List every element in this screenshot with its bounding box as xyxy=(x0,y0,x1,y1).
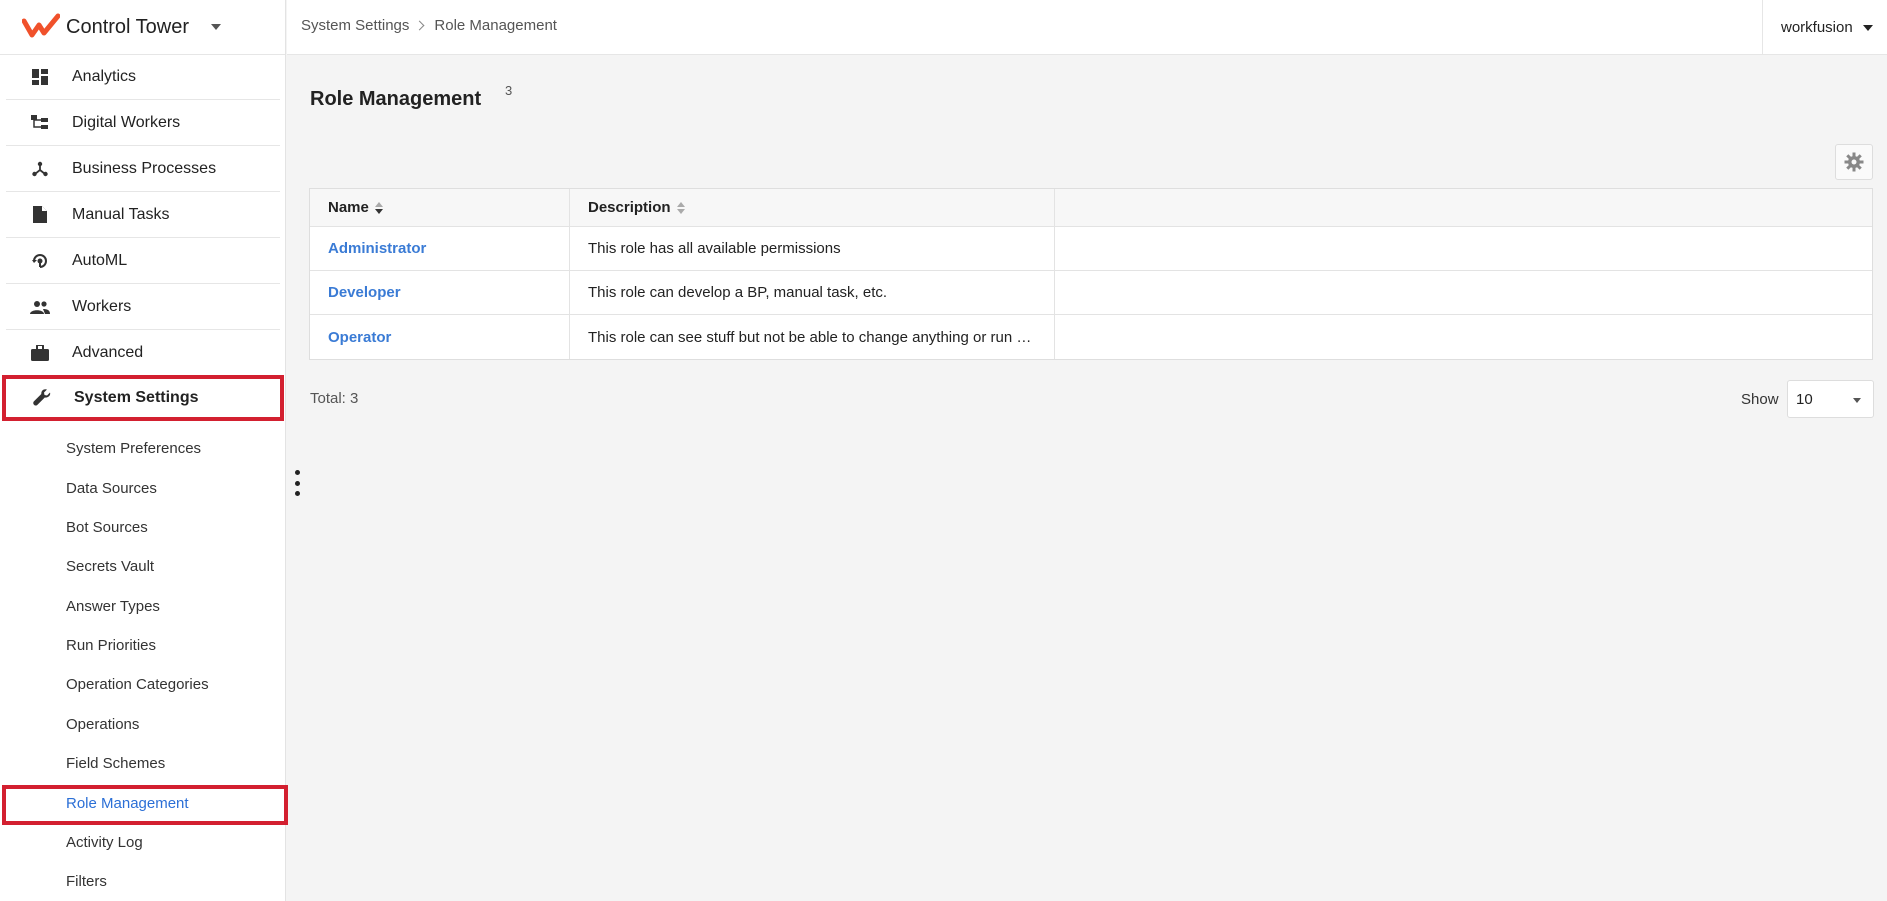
column-header-empty xyxy=(1055,189,1872,226)
sidebar-item-label: Advanced xyxy=(72,343,144,361)
table-row: Administrator This role has all availabl… xyxy=(310,227,1872,271)
subnav-field-schemes[interactable]: Field Schemes xyxy=(66,755,165,772)
role-count-badge: 3 xyxy=(505,83,513,98)
workfusion-logo-icon xyxy=(22,13,60,38)
column-header-description[interactable]: Description xyxy=(570,189,1055,226)
sidebar-item-label: System Settings xyxy=(74,389,199,406)
gear-icon xyxy=(1844,152,1864,172)
dot-icon xyxy=(294,491,300,496)
sidebar-item-label: Business Processes xyxy=(72,159,217,177)
top-bar: System Settings Role Management workfusi… xyxy=(287,0,1887,55)
people-icon xyxy=(30,297,50,317)
chevron-down-icon xyxy=(1853,398,1861,403)
role-description: This role can develop a BP, manual task,… xyxy=(588,284,888,301)
sidebar-item-label: Workers xyxy=(72,297,132,315)
wrench-icon xyxy=(32,388,52,408)
app-title: Control Tower xyxy=(66,15,190,38)
table-row: Operator This role can see stuff but not… xyxy=(310,315,1872,359)
chevron-down-icon xyxy=(1862,24,1873,31)
sidebar-resize-handle[interactable] xyxy=(294,470,300,496)
document-icon xyxy=(30,205,50,225)
subnav-operations[interactable]: Operations xyxy=(66,716,139,733)
sidebar-item-workers[interactable]: Workers xyxy=(6,284,280,330)
sidebar-item-digital-workers[interactable]: Digital Workers xyxy=(6,100,280,146)
subnav-secrets-vault[interactable]: Secrets Vault xyxy=(66,558,154,575)
table-header: Name Description xyxy=(310,189,1872,227)
sidebar: Control Tower Analytics Digital Workers … xyxy=(0,0,288,901)
chevron-down-icon[interactable] xyxy=(211,24,222,30)
page-title: Role Management xyxy=(310,88,482,110)
user-menu[interactable]: workfusion xyxy=(1762,0,1887,55)
subnav-activity-log[interactable]: Activity Log xyxy=(66,834,143,851)
sidebar-item-business-processes[interactable]: Business Processes xyxy=(6,146,280,192)
app-switcher[interactable]: Control Tower xyxy=(0,0,285,55)
page-size-select[interactable]: 10 xyxy=(1787,380,1874,418)
sidebar-item-label: AutoML xyxy=(72,251,128,269)
sidebar-item-label: Analytics xyxy=(72,67,137,85)
subnav-operation-categories[interactable]: Operation Categories xyxy=(66,676,209,693)
breadcrumb-role-management: Role Management xyxy=(434,17,557,34)
subnav-data-sources[interactable]: Data Sources xyxy=(66,480,157,497)
roles-table: Name Description Administrator This role… xyxy=(309,188,1873,360)
hierarchy-icon xyxy=(30,113,50,133)
dashboard-icon xyxy=(30,67,50,87)
sort-icon[interactable] xyxy=(676,201,685,214)
chevron-right-icon xyxy=(414,20,425,31)
breadcrumb-system-settings[interactable]: System Settings xyxy=(301,17,409,34)
breadcrumb: System Settings Role Management xyxy=(301,17,557,34)
dot-icon xyxy=(294,470,300,475)
subnav-run-priorities[interactable]: Run Priorities xyxy=(66,637,156,654)
process-icon xyxy=(30,159,50,179)
role-description: This role can see stuff but not be able … xyxy=(588,328,1038,346)
subnav-role-management-label[interactable]: Role Management xyxy=(66,795,189,812)
sidebar-item-analytics[interactable]: Analytics xyxy=(6,54,280,100)
sidebar-item-system-settings[interactable]: System Settings xyxy=(2,375,284,421)
table-row: Developer This role can develop a BP, ma… xyxy=(310,271,1872,315)
sidebar-item-manual-tasks[interactable]: Manual Tasks xyxy=(6,192,280,238)
role-link[interactable]: Developer xyxy=(328,284,401,301)
role-description: This role has all available permissions xyxy=(588,240,841,257)
sidebar-item-label: Manual Tasks xyxy=(72,205,170,223)
sidebar-item-automl[interactable]: AutoML xyxy=(6,238,280,284)
subnav-bot-sources[interactable]: Bot Sources xyxy=(66,519,148,536)
page-size-label: Show xyxy=(1741,391,1779,408)
role-link[interactable]: Operator xyxy=(328,329,391,346)
sidebar-item-label: Digital Workers xyxy=(72,113,181,131)
total-count: Total: 3 xyxy=(310,390,359,407)
user-name: workfusion xyxy=(1781,19,1853,36)
table-settings-button[interactable] xyxy=(1835,144,1873,180)
subnav-system-preferences[interactable]: System Preferences xyxy=(66,440,201,457)
sidebar-item-advanced[interactable]: Advanced xyxy=(6,330,280,376)
dot-icon xyxy=(294,480,300,486)
role-link[interactable]: Administrator xyxy=(328,240,426,257)
subnav-filters[interactable]: Filters xyxy=(66,873,107,890)
column-header-name[interactable]: Name xyxy=(310,189,570,226)
sort-icon[interactable] xyxy=(374,201,383,214)
automl-icon xyxy=(30,251,50,271)
briefcase-icon xyxy=(30,343,50,363)
subnav-answer-types[interactable]: Answer Types xyxy=(66,598,160,615)
